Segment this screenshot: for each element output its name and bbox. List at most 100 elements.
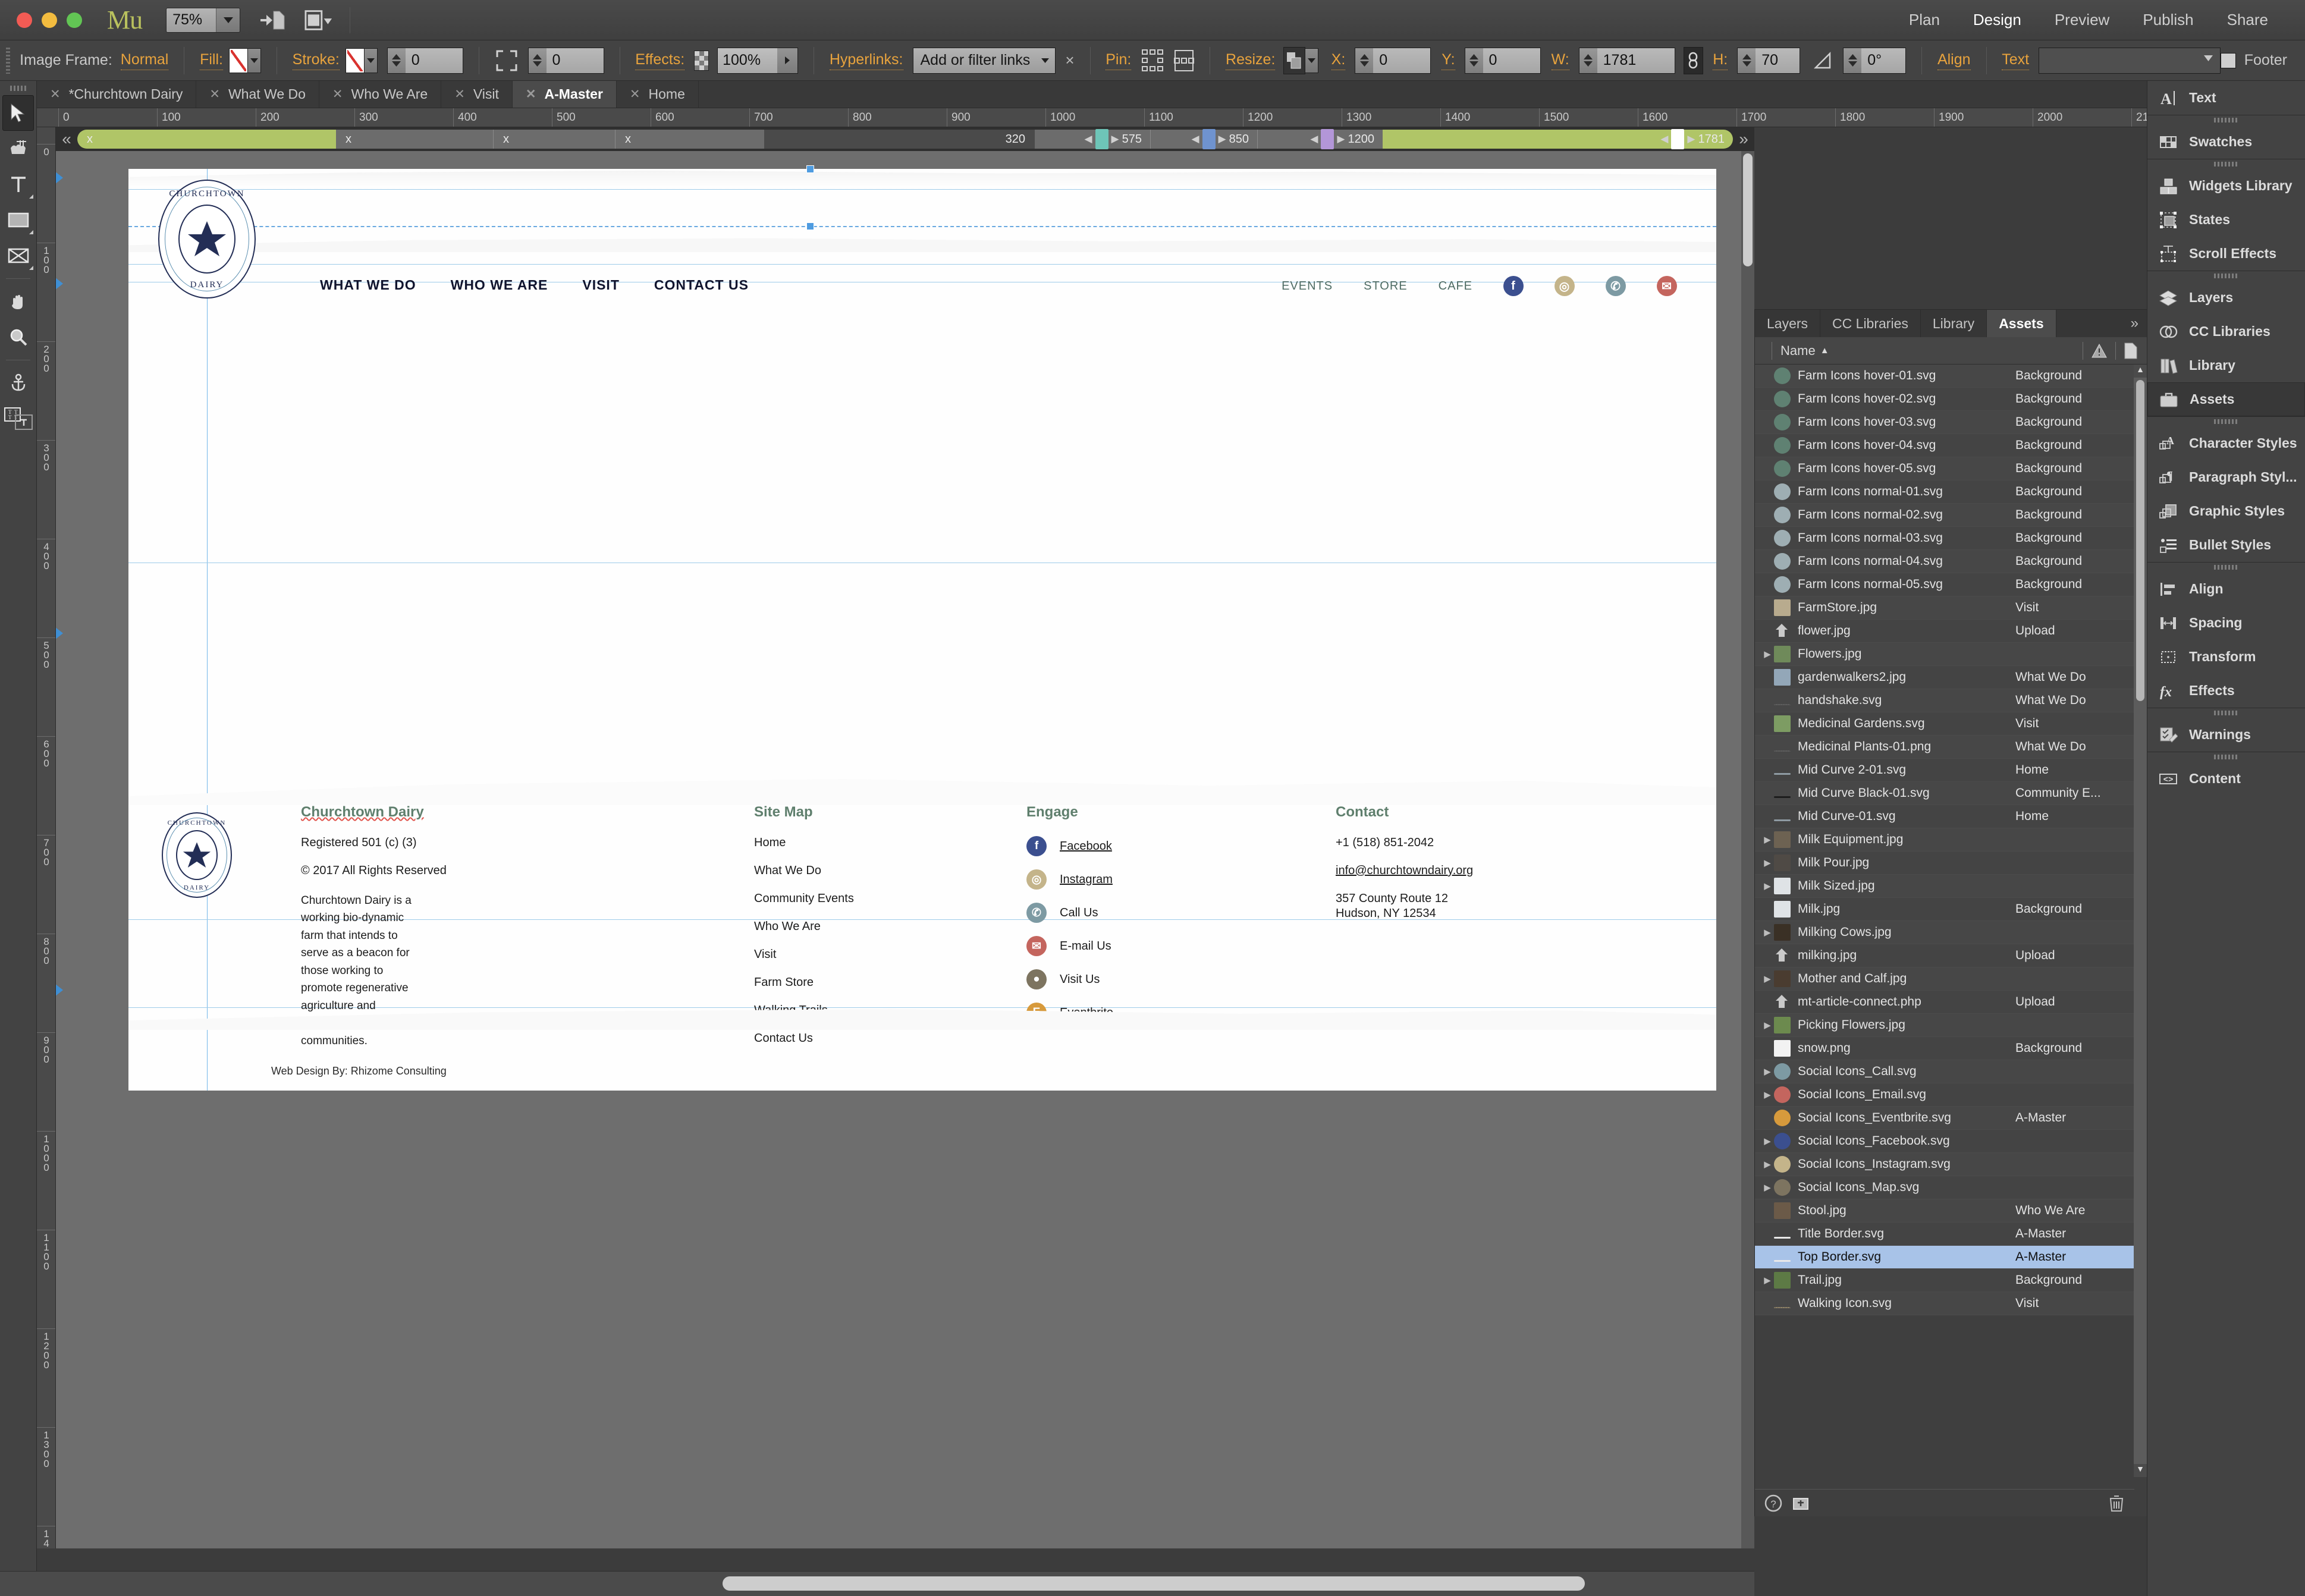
stroke-weight-value[interactable]: 0 bbox=[405, 48, 463, 73]
facebook-icon[interactable]: f bbox=[1503, 276, 1524, 296]
engage-row-email[interactable]: ✉ E-mail Us bbox=[1026, 936, 1205, 956]
guide-marker-nav[interactable] bbox=[56, 277, 63, 290]
rail-item-cc-libraries[interactable]: CC Libraries bbox=[2147, 315, 2305, 348]
tool-flyout-icon[interactable] bbox=[29, 230, 33, 234]
nav-item-who-we-are[interactable]: WHO WE ARE bbox=[451, 277, 548, 293]
resize-label[interactable]: Resize: bbox=[1226, 51, 1276, 70]
image-frame-value[interactable]: Normal bbox=[120, 51, 169, 70]
rail-item-spacing[interactable]: Spacing bbox=[2147, 606, 2305, 640]
y-position-stepper[interactable]: 0 bbox=[1464, 47, 1541, 74]
chevron-down-icon[interactable] bbox=[2203, 55, 2213, 61]
expand-triangle-icon[interactable]: ▶ bbox=[1761, 1275, 1774, 1286]
asset-row[interactable]: Stool.jpg Who We Are bbox=[1755, 1199, 2134, 1223]
mode-plan[interactable]: Plan bbox=[1892, 11, 1957, 29]
height-value[interactable]: 70 bbox=[1756, 48, 1800, 73]
effects-opacity-value[interactable]: 100% bbox=[718, 48, 778, 73]
asset-row[interactable]: milking.jpg Upload bbox=[1755, 944, 2134, 967]
hand-tool[interactable] bbox=[0, 284, 36, 319]
asset-row[interactable]: mt-article-connect.php Upload bbox=[1755, 991, 2134, 1014]
breakpoint-prev-icon[interactable]: « bbox=[56, 130, 77, 149]
close-icon[interactable]: ✕ bbox=[630, 87, 640, 102]
expand-triangle-icon[interactable]: ▶ bbox=[1761, 834, 1774, 845]
guide-marker-footer[interactable] bbox=[56, 984, 63, 997]
minimize-window-button[interactable] bbox=[42, 12, 57, 28]
stepper-arrows[interactable] bbox=[528, 48, 547, 73]
asset-row[interactable]: Farm Icons normal-02.svg Background bbox=[1755, 504, 2134, 527]
breakpoint-handle-1200-slot[interactable]: ◀ ▶ 1200 bbox=[1258, 129, 1383, 149]
engage-row-visit[interactable]: ● Visit Us bbox=[1026, 969, 1205, 989]
rail-group-grip[interactable] bbox=[2147, 159, 2305, 169]
breakpoint-handle-1200[interactable]: ◀ ▶ 1200 bbox=[1310, 129, 1374, 149]
hyperlinks-clear-icon[interactable]: × bbox=[1065, 51, 1074, 70]
constrain-proportions-icon[interactable] bbox=[1683, 46, 1704, 74]
hyperlinks-label[interactable]: Hyperlinks: bbox=[829, 51, 903, 70]
stroke-chevron-down-icon[interactable] bbox=[364, 48, 378, 73]
expand-triangle-icon[interactable]: ▶ bbox=[1761, 1089, 1774, 1100]
engage-label-visit[interactable]: Visit Us bbox=[1060, 973, 1100, 986]
asset-row[interactable]: ▶ Social Icons_Instagram.svg bbox=[1755, 1153, 2134, 1176]
breakpoint-handle-1781-slot[interactable]: ◀ ▶ 1781 bbox=[1383, 129, 1733, 149]
panel-tab-layers[interactable]: Layers bbox=[1755, 310, 1821, 337]
expand-triangle-icon[interactable]: ▶ bbox=[1761, 927, 1774, 938]
breakpoint-segment-5[interactable]: 320 bbox=[764, 130, 1035, 149]
rotation-stepper[interactable]: 0° bbox=[1843, 47, 1907, 74]
panel-tab-cc-libraries[interactable]: CC Libraries bbox=[1820, 310, 1921, 337]
width-value[interactable]: 1781 bbox=[1597, 48, 1675, 73]
engage-label-email[interactable]: E-mail Us bbox=[1060, 940, 1111, 953]
scroll-down-arrow-icon[interactable]: ▼ bbox=[2134, 1464, 2147, 1477]
asset-row[interactable]: Walking Icon.svg Visit bbox=[1755, 1292, 2134, 1315]
tools-grip[interactable] bbox=[0, 81, 36, 95]
close-window-button[interactable] bbox=[17, 12, 32, 28]
top-border-wave[interactable] bbox=[128, 170, 1716, 189]
breakpoint-handle-850[interactable]: ◀ ▶ 850 bbox=[1191, 129, 1249, 149]
pin-label[interactable]: Pin: bbox=[1106, 51, 1132, 70]
rail-item-bullet-styles[interactable]: Bullet Styles bbox=[2147, 528, 2305, 562]
close-icon[interactable]: ✕ bbox=[50, 87, 61, 102]
expand-triangle-icon[interactable]: ▶ bbox=[1761, 857, 1774, 868]
asset-row[interactable]: FarmStore.jpg Visit bbox=[1755, 596, 2134, 620]
breakpoint-handle-850-slot[interactable]: ◀ ▶ 850 bbox=[1151, 129, 1258, 149]
add-asset-icon[interactable] bbox=[1792, 1494, 1810, 1512]
breakpoint-segment-1[interactable]: x bbox=[77, 130, 336, 149]
rail-item-scroll-effects[interactable]: Scroll Effects bbox=[2147, 237, 2305, 271]
window-controls[interactable] bbox=[17, 12, 82, 28]
x-position-value[interactable]: 0 bbox=[1373, 48, 1431, 73]
rail-item-assets[interactable]: Assets bbox=[2147, 382, 2305, 416]
zoom-level-combobox[interactable]: 75% bbox=[166, 7, 241, 33]
asset-row[interactable]: Milk.jpg Background bbox=[1755, 898, 2134, 921]
asset-row[interactable]: ▶ Milk Equipment.jpg bbox=[1755, 828, 2134, 852]
breakpoint-handle-575[interactable]: ◀ ▶ 575 bbox=[1084, 129, 1142, 149]
expand-triangle-icon[interactable]: ▶ bbox=[1761, 649, 1774, 659]
corner-radius-value[interactable]: 0 bbox=[546, 48, 604, 73]
asset-row[interactable]: Medicinal Plants-01.png What We Do bbox=[1755, 736, 2134, 759]
text-tool[interactable] bbox=[0, 166, 36, 202]
rail-item-widgets-library[interactable]: Widgets Library bbox=[2147, 169, 2305, 203]
stepper-arrows[interactable] bbox=[1355, 48, 1374, 73]
footer-email[interactable]: info@churchtowndairy.org bbox=[1336, 864, 1526, 878]
fill-label[interactable]: Fill: bbox=[200, 51, 223, 70]
align-button[interactable]: Align bbox=[1937, 51, 1971, 70]
expand-triangle-icon[interactable]: ▶ bbox=[1761, 1159, 1774, 1170]
rectangle-tool[interactable] bbox=[0, 202, 36, 238]
asset-row[interactable]: Farm Icons normal-04.svg Background bbox=[1755, 550, 2134, 573]
text-label[interactable]: Text bbox=[2002, 51, 2030, 70]
footer-phone[interactable]: +1 (518) 851-2042 bbox=[1336, 836, 1526, 850]
engage-label-instagram[interactable]: Instagram bbox=[1060, 873, 1113, 887]
guide-marker-mid[interactable] bbox=[56, 627, 63, 640]
selection-handle-middle[interactable] bbox=[806, 222, 814, 230]
guide-horizontal-logo-base[interactable] bbox=[128, 264, 1716, 265]
rail-group-grip[interactable] bbox=[2147, 271, 2305, 281]
breakpoint-handle-1781[interactable]: ◀ ▶ 1781 bbox=[1660, 129, 1725, 149]
call-icon[interactable]: ✆ bbox=[1606, 276, 1626, 296]
asset-row[interactable]: ▶ Milk Pour.jpg bbox=[1755, 852, 2134, 875]
breakpoint-handle-575-slot[interactable]: ◀ ▶ 575 bbox=[1035, 129, 1151, 149]
footer-link-farm-store[interactable]: Farm Store bbox=[754, 976, 932, 989]
rail-group-grip[interactable] bbox=[2147, 417, 2305, 426]
nav-item-store[interactable]: STORE bbox=[1364, 279, 1408, 293]
tab-visit[interactable]: ✕ Visit bbox=[441, 81, 513, 108]
asset-row[interactable]: ▶ Mother and Calf.jpg bbox=[1755, 967, 2134, 991]
rail-item-library[interactable]: Library bbox=[2147, 348, 2305, 382]
asset-row[interactable]: Mid Curve Black-01.svg Community E... bbox=[1755, 782, 2134, 805]
effects-opacity-field[interactable]: 100% bbox=[717, 47, 799, 74]
x-position-stepper[interactable]: 0 bbox=[1355, 47, 1431, 74]
